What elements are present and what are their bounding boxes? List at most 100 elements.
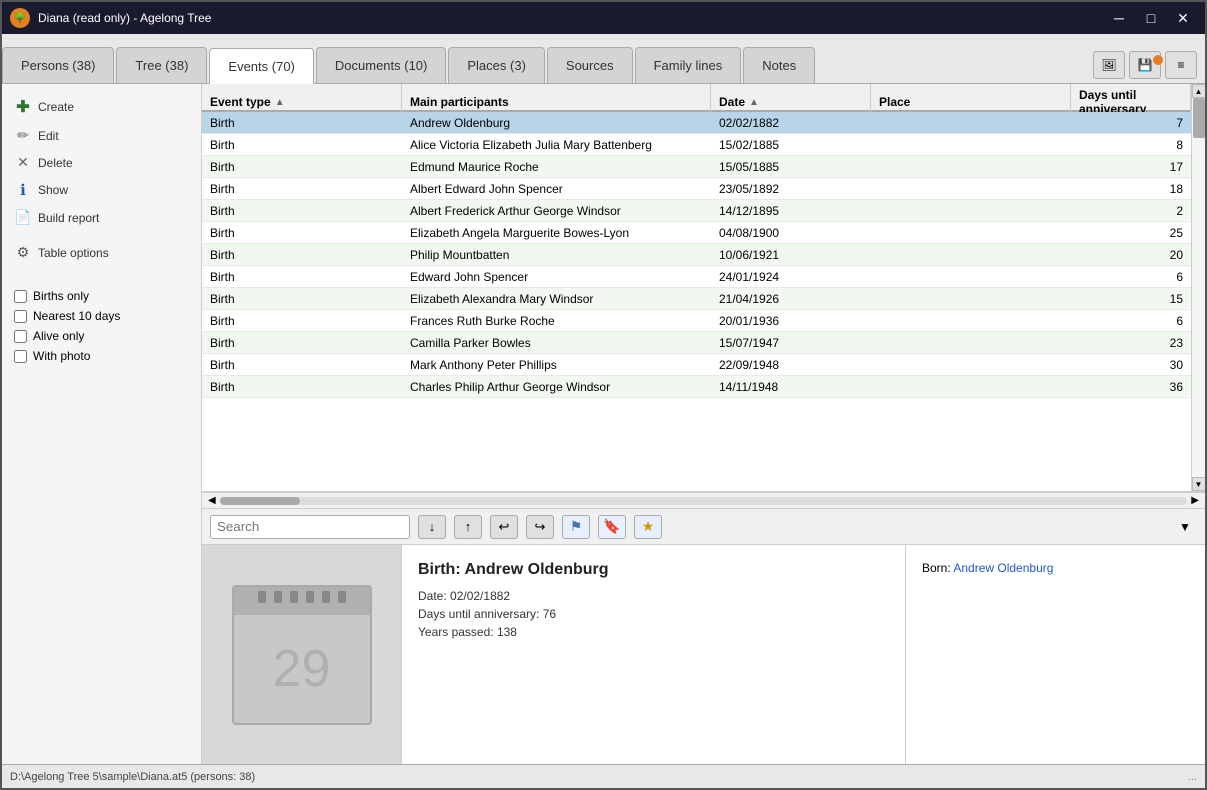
maximize-button[interactable]: □ (1137, 7, 1165, 29)
show-action[interactable]: ℹ Show (2, 176, 201, 204)
tab-sources[interactable]: Sources (547, 47, 633, 83)
table-options-action[interactable]: ⚙ Table options (2, 239, 201, 266)
create-action[interactable]: ✚ Create (2, 92, 201, 122)
cell-place (871, 288, 1071, 309)
tab-places[interactable]: Places (3) (448, 47, 545, 83)
edit-action[interactable]: ✏ Edit (2, 122, 201, 149)
nav-back-button[interactable]: ↩ (490, 515, 518, 539)
table-row[interactable]: Birth Edmund Maurice Roche 15/05/1885 17 (202, 156, 1191, 178)
nav-up-button[interactable]: ↑ (454, 515, 482, 539)
build-report-action[interactable]: 📄 Build report (2, 204, 201, 231)
filter-alive-only[interactable]: Alive only (14, 326, 189, 346)
statusbar-path: D:\Agelong Tree 5\sample\Diana.at5 (pers… (10, 771, 255, 783)
table-row[interactable]: Birth Elizabeth Angela Marguerite Bowes-… (202, 222, 1191, 244)
horizontal-scrollbar[interactable]: ◀ ▶ (202, 492, 1205, 508)
cell-days: 25 (1071, 222, 1191, 243)
table-row[interactable]: Birth Camilla Parker Bowles 15/07/1947 2… (202, 332, 1191, 354)
filter-nearest-10[interactable]: Nearest 10 days (14, 306, 189, 326)
col-main-participants-label: Main participants (410, 95, 509, 109)
col-place-label: Place (879, 95, 910, 109)
scroll-down-button[interactable]: ▼ (1192, 477, 1206, 491)
hscroll-right-button[interactable]: ▶ (1187, 495, 1203, 506)
cell-place (871, 354, 1071, 375)
cell-days: 15 (1071, 288, 1191, 309)
cell-date: 14/11/1948 (711, 376, 871, 397)
cell-place (871, 310, 1071, 331)
sidebar-divider (2, 231, 201, 239)
filter-with-photo[interactable]: With photo (14, 346, 189, 366)
filter-with-photo-label: With photo (33, 349, 90, 363)
cell-event-type: Birth (202, 134, 402, 155)
minimize-button[interactable]: ─ (1105, 7, 1133, 29)
detail-years-value: 138 (497, 625, 517, 639)
tab-notes[interactable]: Notes (743, 47, 815, 83)
cell-date: 04/08/1900 (711, 222, 871, 243)
table-row[interactable]: Birth Edward John Spencer 24/01/1924 6 (202, 266, 1191, 288)
ring-2 (274, 591, 282, 603)
cell-days: 17 (1071, 156, 1191, 177)
table-row[interactable]: Birth Philip Mountbatten 10/06/1921 20 (202, 244, 1191, 266)
cell-person: Elizabeth Alexandra Mary Windsor (402, 288, 711, 309)
table-row[interactable]: Birth Charles Philip Arthur George Winds… (202, 376, 1191, 398)
sort-date-icon: ▲ (749, 97, 759, 108)
cell-days: 30 (1071, 354, 1191, 375)
nav-down-button[interactable]: ↓ (418, 515, 446, 539)
cell-person: Mark Anthony Peter Phillips (402, 354, 711, 375)
menu-button[interactable]: ≡ (1165, 51, 1197, 79)
gear-icon: ⚙ (14, 244, 32, 261)
delete-action[interactable]: ✕ Delete (2, 149, 201, 176)
bookmark-add-button[interactable]: ⚑ (562, 515, 590, 539)
vertical-scrollbar[interactable]: ▲ ▼ (1191, 84, 1205, 491)
tab-family-lines[interactable]: Family lines (635, 47, 742, 83)
create-label: Create (38, 100, 74, 114)
filter-with-photo-checkbox[interactable] (14, 350, 27, 363)
search-input[interactable] (210, 515, 410, 539)
tab-events[interactable]: Events (70) (209, 48, 313, 84)
sidebar-divider-2 (2, 266, 201, 274)
table-row[interactable]: Birth Mark Anthony Peter Phillips 22/09/… (202, 354, 1191, 376)
table-options-label: Table options (38, 246, 109, 260)
table-row[interactable]: Birth Albert Edward John Spencer 23/05/1… (202, 178, 1191, 200)
bookmark-button[interactable]: 🔖 (598, 515, 626, 539)
table-row[interactable]: Birth Frances Ruth Burke Roche 20/01/193… (202, 310, 1191, 332)
tab-tree[interactable]: Tree (38) (116, 47, 207, 83)
favorites-button[interactable]: ★ (634, 515, 662, 539)
ring-1 (258, 591, 266, 603)
table-row[interactable]: Birth Albert Frederick Arthur George Win… (202, 200, 1191, 222)
window-title: Diana (read only) - Agelong Tree (38, 11, 1105, 25)
detail-born-link[interactable]: Andrew Oldenburg (953, 561, 1053, 575)
table-row[interactable]: Birth Elizabeth Alexandra Mary Windsor 2… (202, 288, 1191, 310)
filter-births-only-checkbox[interactable] (14, 290, 27, 303)
detail-days-value: 76 (543, 607, 556, 621)
table-header: Event type ▲ Main participants Date ▲ (202, 84, 1191, 112)
report-icon: 📄 (14, 209, 32, 226)
cell-date: 22/09/1948 (711, 354, 871, 375)
scroll-track[interactable] (1192, 98, 1206, 477)
hscroll-track[interactable] (220, 497, 1188, 505)
table-row[interactable]: Birth Andrew Oldenburg 02/02/1882 7 (202, 112, 1191, 134)
cell-event-type: Birth (202, 288, 402, 309)
tab-persons[interactable]: Persons (38) (2, 47, 114, 83)
filter-births-only[interactable]: Births only (14, 286, 189, 306)
photos-button[interactable]: 🖼 (1093, 51, 1125, 79)
detail-years-label: Years passed: (418, 625, 494, 639)
cell-event-type: Birth (202, 354, 402, 375)
nav-forward-button[interactable]: ↪ (526, 515, 554, 539)
cell-event-type: Birth (202, 112, 402, 133)
cell-days: 36 (1071, 376, 1191, 397)
hscroll-left-button[interactable]: ◀ (204, 495, 220, 506)
main-area: ✚ Create ✏ Edit ✕ Delete ℹ Show 📄 Build … (2, 84, 1205, 764)
scroll-up-button[interactable]: ▲ (1192, 84, 1206, 98)
detail-collapse-button[interactable]: ▼ (1173, 515, 1197, 539)
cell-event-type: Birth (202, 222, 402, 243)
filter-nearest-10-checkbox[interactable] (14, 310, 27, 323)
notification-dot (1153, 55, 1163, 65)
filter-alive-only-checkbox[interactable] (14, 330, 27, 343)
cell-person: Andrew Oldenburg (402, 112, 711, 133)
close-button[interactable]: ✕ (1169, 7, 1197, 29)
table-row[interactable]: Birth Alice Victoria Elizabeth Julia Mar… (202, 134, 1191, 156)
cell-place (871, 266, 1071, 287)
cell-days: 23 (1071, 332, 1191, 353)
cell-days: 20 (1071, 244, 1191, 265)
tab-documents[interactable]: Documents (10) (316, 47, 446, 83)
